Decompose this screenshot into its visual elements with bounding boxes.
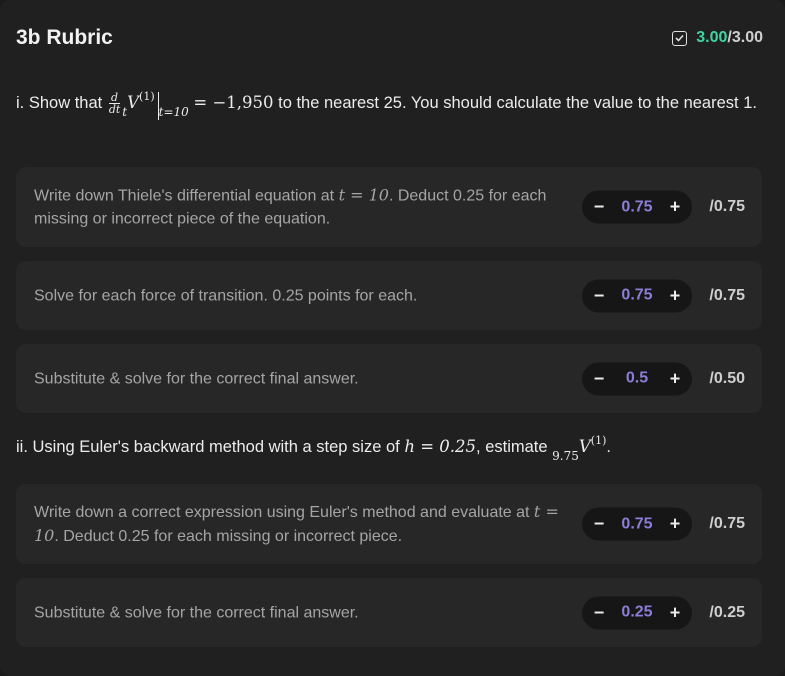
rubric-panel: 3b Rubric 3.00/3.00 i. Show that d dt tV(1… bbox=[0, 0, 785, 676]
rubric-item: Substitute & solve for the correct final… bbox=[16, 578, 762, 647]
increment-button[interactable]: + bbox=[668, 279, 682, 312]
increment-button[interactable]: + bbox=[668, 191, 682, 224]
rubric-item: Write down Thiele's differential equatio… bbox=[16, 167, 762, 247]
increment-button[interactable]: + bbox=[668, 508, 682, 541]
score-value[interactable]: 0.25 bbox=[621, 604, 652, 622]
max-points: /0.50 bbox=[709, 369, 745, 387]
score-stepper: − 0.75 + bbox=[582, 507, 692, 541]
question-i-suffix: to the nearest 25. You should calculate … bbox=[278, 94, 757, 112]
max-points: /0.75 bbox=[709, 198, 745, 215]
rubric-header: 3b Rubric 3.00/3.00 bbox=[16, 24, 763, 52]
score-value[interactable]: 0.75 bbox=[621, 515, 652, 533]
score-stepper: − 0.75 + bbox=[582, 279, 692, 312]
decrement-button[interactable]: − bbox=[592, 508, 606, 541]
max-points: /0.25 bbox=[709, 603, 745, 621]
rubric-item: Solve for each force of transition. 0.25… bbox=[16, 261, 762, 330]
increment-button[interactable]: + bbox=[668, 362, 682, 395]
score-value[interactable]: 0.5 bbox=[626, 370, 648, 388]
checkbox-icon[interactable] bbox=[672, 30, 688, 46]
rubric-item-text: Substitute & solve for the correct final… bbox=[34, 604, 359, 621]
total-score: 3.00/3.00 bbox=[672, 24, 763, 52]
question-i: i. Show that d dt tV(1)t=10 = −1,950 to th… bbox=[16, 90, 757, 120]
rubric-title: 3b Rubric bbox=[16, 26, 113, 49]
step-size: h = 0.25 bbox=[404, 437, 477, 456]
decrement-button[interactable]: − bbox=[592, 279, 606, 312]
decrement-button[interactable]: − bbox=[592, 191, 606, 224]
question-i-prefix: i. Show that bbox=[16, 94, 103, 112]
score-stepper: − 0.5 + bbox=[582, 362, 692, 395]
max-points: /0.75 bbox=[709, 515, 745, 532]
rubric-item-text: Substitute & solve for the correct final… bbox=[34, 370, 359, 387]
score-stepper: − 0.25 + bbox=[582, 596, 692, 629]
score-stepper: − 0.75 + bbox=[582, 190, 692, 224]
score-earned: 3.00 bbox=[696, 29, 728, 46]
question-ii: ii. Using Euler's backward method with a… bbox=[16, 434, 611, 463]
decrement-button[interactable]: − bbox=[592, 596, 606, 629]
rubric-item-text: Write down Thiele's differential equatio… bbox=[34, 185, 547, 228]
score-max: 3.00 bbox=[731, 29, 763, 46]
rubric-item: Substitute & solve for the correct final… bbox=[16, 344, 762, 413]
decrement-button[interactable]: − bbox=[592, 362, 606, 395]
max-points: /0.75 bbox=[709, 286, 745, 304]
rubric-item: Write down a correct expression using Eu… bbox=[16, 484, 762, 564]
score-value[interactable]: 0.75 bbox=[621, 198, 652, 216]
score-value[interactable]: 0.75 bbox=[621, 287, 652, 305]
question-i-value: = −1,950 bbox=[193, 93, 274, 112]
derivative-fraction: d dt bbox=[108, 91, 121, 117]
rubric-item-text: Write down a correct expression using Eu… bbox=[34, 502, 559, 545]
rubric-item-text: Solve for each force of transition. 0.25… bbox=[34, 287, 418, 304]
question-ii-prefix: ii. Using Euler's backward method with a… bbox=[16, 438, 400, 456]
increment-button[interactable]: + bbox=[668, 596, 682, 629]
